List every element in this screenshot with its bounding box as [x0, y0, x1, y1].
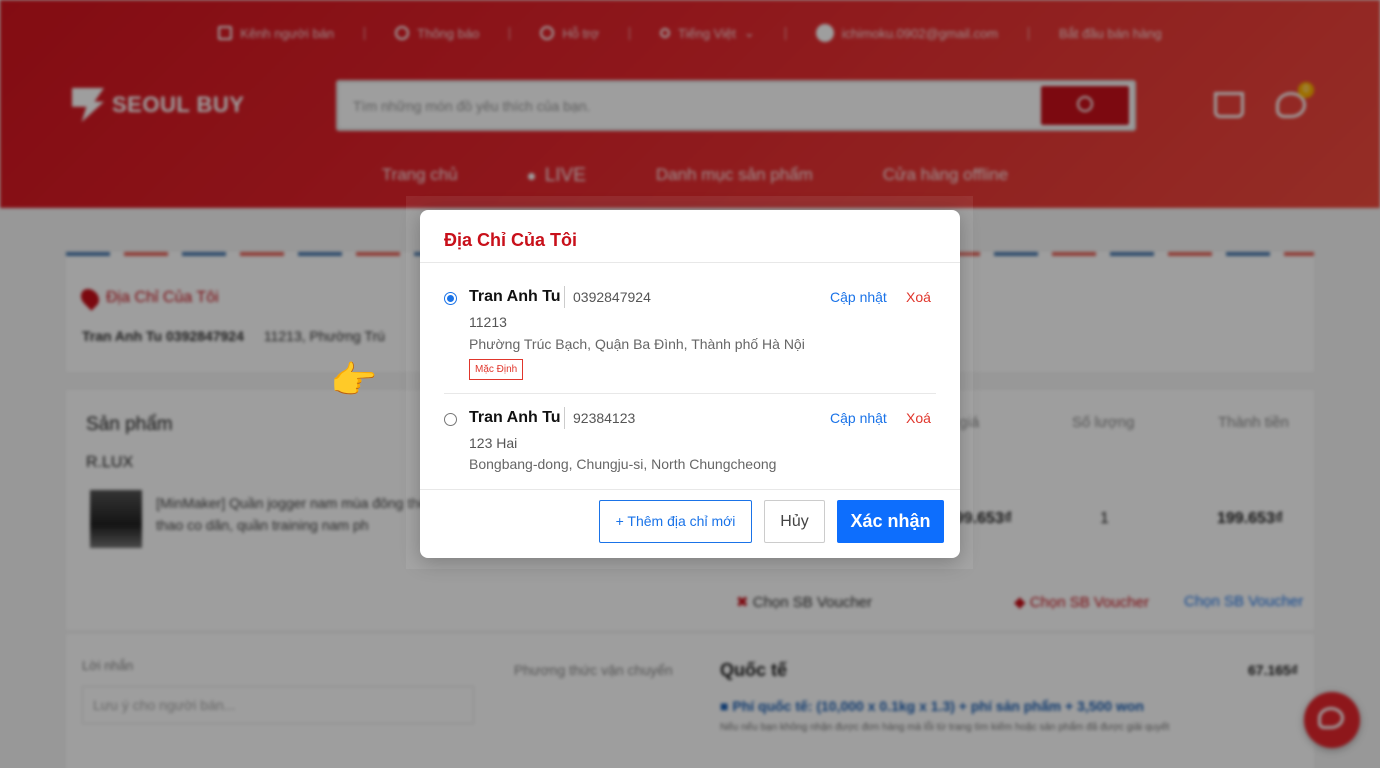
address-modal: Địa Chỉ Của Tôi Tran Anh Tu 0392847924 1… — [420, 210, 960, 558]
update-address-link-1[interactable]: Cập nhật — [830, 289, 887, 305]
delete-address-link-1[interactable]: Xoá — [906, 289, 931, 305]
address-line1: 11213 — [469, 314, 507, 330]
update-address-link-2[interactable]: Cập nhật — [830, 410, 887, 426]
address-radio-1[interactable] — [444, 292, 457, 305]
address-radio-2[interactable] — [444, 413, 457, 426]
footer-divider — [420, 489, 960, 490]
cancel-button[interactable]: Hủy — [764, 500, 825, 543]
modal-title: Địa Chỉ Của Tôi — [444, 230, 578, 250]
add-address-button[interactable]: + Thêm địa chỉ mới — [599, 500, 752, 543]
address-name: Tran Anh Tu — [469, 288, 561, 305]
modal-divider — [420, 262, 960, 263]
confirm-button[interactable]: Xác nhận — [837, 500, 944, 543]
address-phone: 92384123 — [573, 410, 636, 426]
delete-address-link-2[interactable]: Xoá — [906, 410, 931, 426]
pointing-hand-icon: 👉 — [330, 360, 378, 402]
address-line2: Bongbang-dong, Chungju-si, North Chungch… — [469, 456, 777, 472]
address-phone: 0392847924 — [573, 289, 651, 305]
address-item-1: Tran Anh Tu 0392847924 11213 Phường Trúc… — [420, 282, 960, 392]
default-badge: Mặc Định — [469, 359, 524, 380]
address-line2: Phường Trúc Bạch, Quận Ba Đình, Thành ph… — [469, 336, 805, 352]
address-divider — [444, 393, 936, 394]
address-line1: 123 Hai — [469, 435, 518, 451]
address-name: Tran Anh Tu — [469, 409, 561, 426]
address-item-2: Tran Anh Tu 92384123 123 Hai Bongbang-do… — [420, 403, 960, 483]
